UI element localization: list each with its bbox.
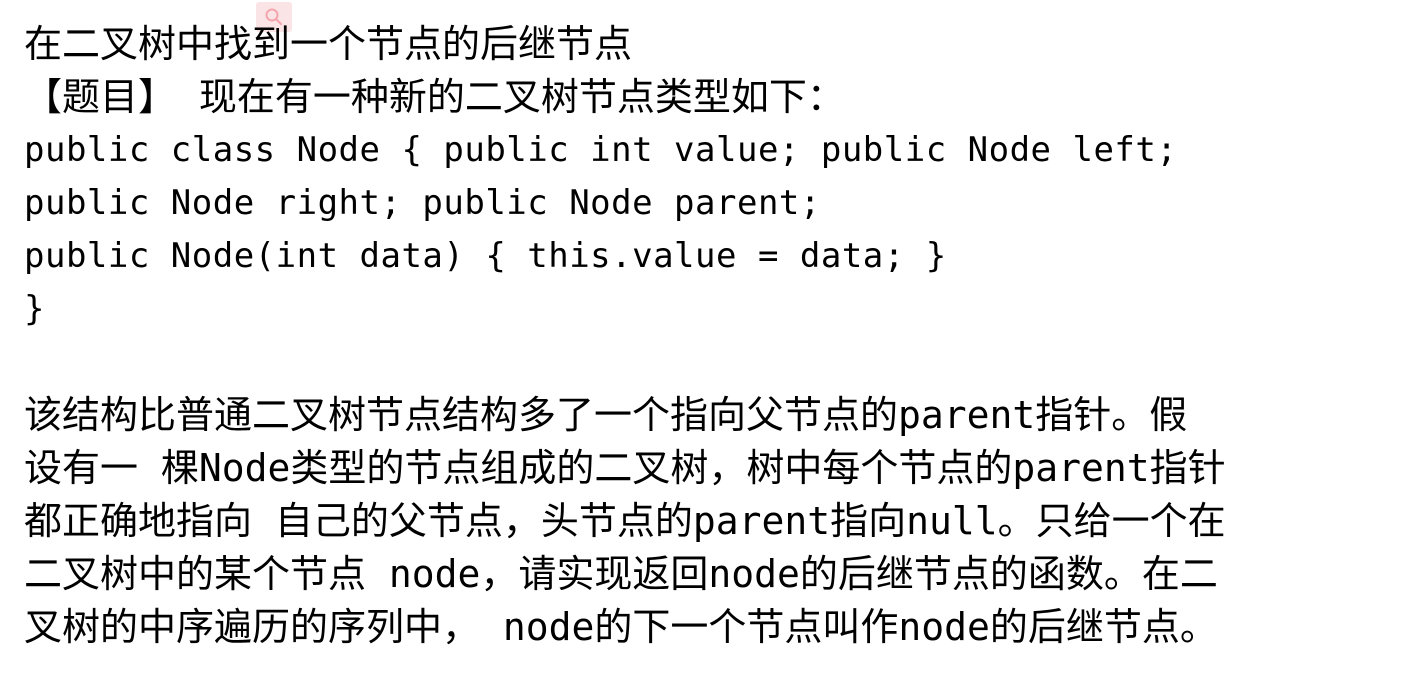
code-block: public class Node { public int value; pu… [24,124,1394,336]
description-paragraph: 该结构比普通二叉树节点结构多了一个指向父节点的parent指针。假 设有一 棵N… [24,389,1394,654]
document-body: 在二叉树中找到一个节点的后继节点 【题目】 现在有一种新的二叉树节点类型如下： … [24,18,1394,654]
paragraph-line: 叉树的中序遍历的序列中， node的下一个节点叫作node的后继节点。 [24,605,1218,649]
page-title: 在二叉树中找到一个节点的后继节点 [24,22,633,66]
code-line: public Node right; public Node parent; [24,183,821,223]
problem-statement: 【题目】 现在有一种新的二叉树节点类型如下： [24,75,845,119]
paragraph-line: 设有一 棵Node类型的节点组成的二叉树，树中每个节点的parent指针 [24,446,1226,490]
paragraph-line: 二叉树中的某个节点 node，请实现返回node的后继节点的函数。在二 [24,552,1218,596]
paragraph-line: 都正确地指向 自己的父节点，头节点的parent指向null。只给一个在 [24,499,1226,543]
paragraph-line: 该结构比普通二叉树节点结构多了一个指向父节点的parent指针。假 [24,393,1188,437]
code-line: public Node(int data) { this.value = dat… [24,236,947,276]
code-line: } [24,289,45,329]
code-line: public class Node { public int value; pu… [24,130,1178,170]
